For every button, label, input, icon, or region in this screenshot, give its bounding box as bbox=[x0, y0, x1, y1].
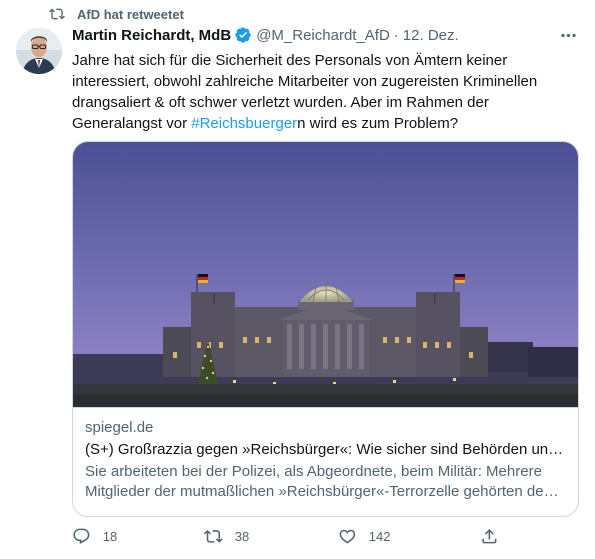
card-desc-line1: Sie arbeiteten bei der Polizei, als Abge… bbox=[85, 463, 542, 480]
verified-badge-icon bbox=[235, 27, 251, 43]
card-description: Sie arbeiteten bei der Polizei, als Abge… bbox=[85, 462, 566, 502]
tweet-header: Martin Reichardt, MdB @M_Reichardt_AfD ·… bbox=[72, 26, 579, 44]
tweet-text-part2: n wird es zum Problem? bbox=[297, 115, 459, 132]
reply-count: 18 bbox=[102, 528, 118, 544]
avatar[interactable] bbox=[16, 28, 62, 74]
retweet-icon bbox=[204, 530, 223, 543]
card-domain: spiegel.de bbox=[85, 419, 154, 436]
reply-button[interactable]: 18 bbox=[72, 527, 117, 546]
display-name[interactable]: Martin Reichardt, MdB bbox=[72, 27, 231, 44]
more-options-icon[interactable] bbox=[557, 24, 579, 46]
like-count: 142 bbox=[368, 528, 391, 544]
heart-icon bbox=[339, 529, 356, 544]
retweet-button[interactable]: 38 bbox=[204, 527, 249, 546]
share-icon bbox=[482, 529, 497, 544]
tweet-text: Jahre hat sich für die Sicherheit des Pe… bbox=[72, 50, 577, 134]
card-title: (S+) Großrazzia gegen »Reichsbürger«: Wi… bbox=[85, 441, 566, 458]
handle[interactable]: @M_Reichardt_AfD bbox=[256, 27, 390, 44]
hashtag-link[interactable]: #Reichsbuerger bbox=[191, 115, 297, 132]
share-button[interactable] bbox=[480, 527, 499, 546]
retweet-label: AfD hat retweetet bbox=[77, 6, 184, 22]
retweet-icon bbox=[49, 6, 77, 22]
separator-dot: · bbox=[393, 26, 399, 44]
tweet-date[interactable]: 12. Dez. bbox=[403, 27, 459, 44]
reply-icon bbox=[73, 528, 90, 544]
card-image[interactable] bbox=[73, 142, 578, 407]
link-card[interactable]: spiegel.de (S+) Großrazzia gegen »Reichs… bbox=[72, 141, 579, 517]
like-button[interactable]: 142 bbox=[338, 527, 390, 546]
retweet-indicator[interactable]: AfD hat retweetet bbox=[49, 6, 184, 22]
card-body[interactable]: spiegel.de (S+) Großrazzia gegen »Reichs… bbox=[73, 407, 578, 502]
retweet-count: 38 bbox=[234, 528, 250, 544]
card-desc-line2: Mitglieder der mutmaßlichen »Reichsbürge… bbox=[85, 483, 566, 500]
